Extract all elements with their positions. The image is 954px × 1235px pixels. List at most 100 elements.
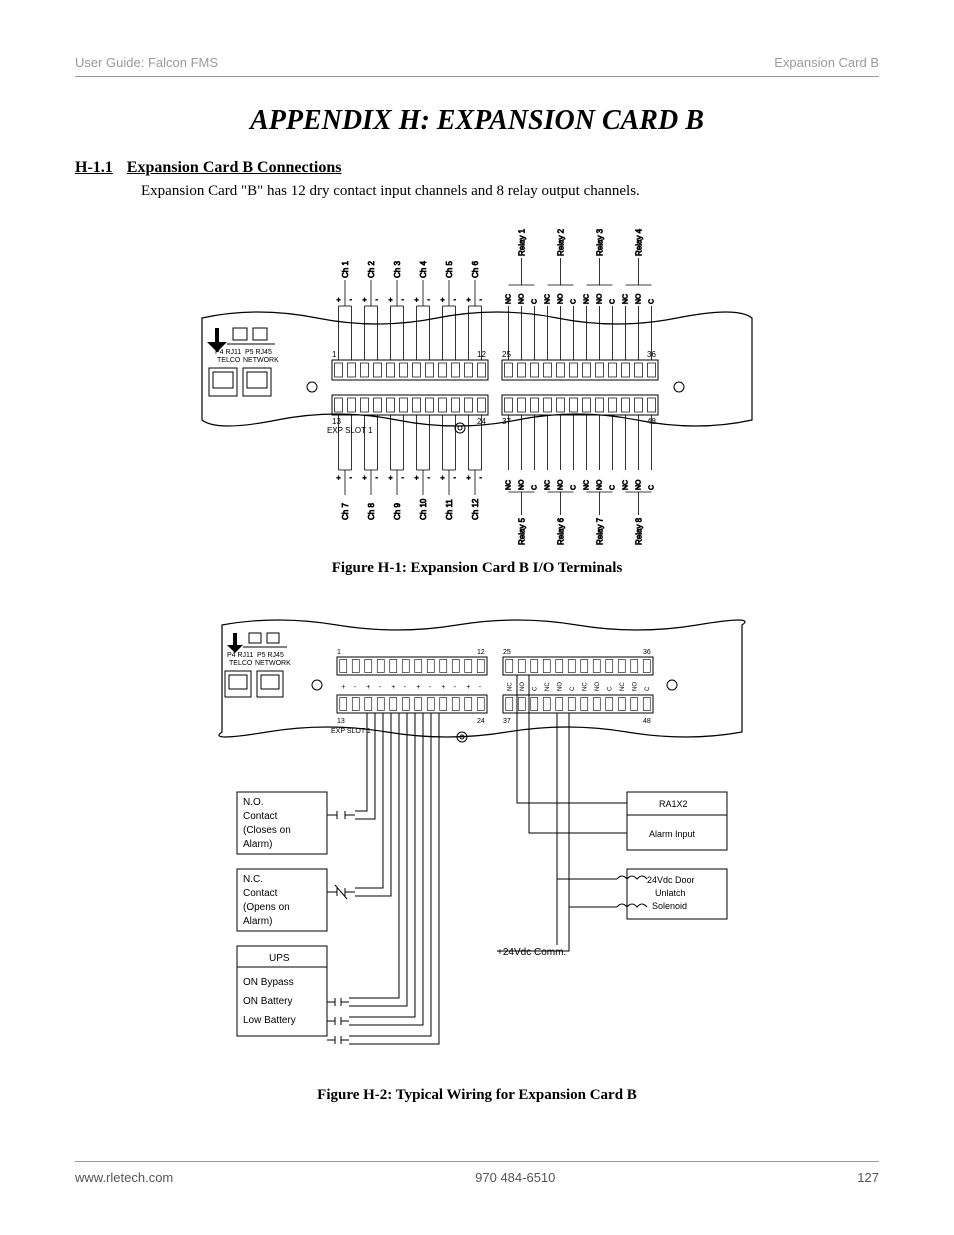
svg-text:Ch 9: Ch 9	[393, 503, 402, 520]
svg-text:NETWORK: NETWORK	[255, 660, 291, 667]
page-header: User Guide: Falcon FMS Expansion Card B	[75, 55, 879, 77]
svg-text:Ch 10: Ch 10	[419, 498, 428, 520]
svg-text:NO: NO	[632, 682, 638, 691]
svg-text:C: C	[570, 686, 576, 691]
svg-text:N.O.: N.O.	[243, 797, 264, 808]
svg-text:+: +	[366, 684, 370, 691]
svg-text:+: +	[363, 297, 367, 304]
svg-text:25: 25	[502, 350, 511, 359]
svg-text:C: C	[610, 485, 617, 490]
svg-text:NC: NC	[582, 682, 588, 691]
figure-h1-caption: Figure H-1: Expansion Card B I/O Termina…	[75, 560, 879, 577]
svg-text:1: 1	[337, 649, 341, 656]
svg-text:NC: NC	[545, 682, 551, 691]
svg-text:Relay 8: Relay 8	[635, 517, 644, 545]
svg-text:+: +	[391, 684, 395, 691]
svg-text:NC: NC	[507, 682, 513, 691]
svg-text:+: +	[441, 297, 445, 304]
svg-text:48: 48	[643, 718, 651, 725]
svg-text:NO: NO	[597, 293, 604, 304]
svg-text:C: C	[649, 485, 656, 490]
svg-text:NC: NC	[506, 294, 513, 304]
svg-text:Relay 6: Relay 6	[557, 517, 566, 545]
svg-text:12: 12	[477, 649, 485, 656]
svg-text:-: -	[480, 297, 483, 304]
svg-text:-: -	[350, 297, 353, 304]
svg-text:Low Battery: Low Battery	[243, 1015, 296, 1026]
figure-h2-caption: Figure H-2: Typical Wiring for Expansion…	[75, 1087, 879, 1104]
svg-text:Ch 1: Ch 1	[341, 261, 350, 278]
svg-text:C: C	[649, 299, 656, 304]
svg-text:-: -	[454, 684, 457, 691]
svg-text:NC: NC	[584, 480, 591, 490]
svg-text:37: 37	[503, 718, 511, 725]
svg-text:+: +	[416, 684, 420, 691]
svg-text:+: +	[337, 475, 341, 482]
svg-text:+: +	[441, 475, 445, 482]
svg-text:NC: NC	[623, 294, 630, 304]
svg-text:Ch 2: Ch 2	[367, 261, 376, 278]
svg-text:NO: NO	[595, 682, 601, 691]
svg-text:NO: NO	[597, 479, 604, 490]
page-title: APPENDIX H: EXPANSION CARD B	[75, 105, 879, 137]
svg-text:-: -	[429, 684, 432, 691]
svg-text:13: 13	[332, 417, 341, 426]
svg-text:+: +	[415, 297, 419, 304]
figure-h1: P4 RJ11 TELCO P5 RJ45 NETWORK	[75, 210, 879, 577]
svg-text:Alarm): Alarm)	[243, 916, 272, 927]
svg-text:-: -	[454, 475, 457, 482]
svg-text:EXP SLOT 1: EXP SLOT 1	[331, 728, 371, 735]
svg-text:-: -	[480, 475, 483, 482]
svg-text:Relay 5: Relay 5	[518, 517, 527, 545]
svg-text:NO: NO	[520, 682, 526, 691]
svg-text:C: C	[571, 299, 578, 304]
svg-text:Contact: Contact	[243, 811, 278, 822]
svg-text:C: C	[645, 686, 651, 691]
svg-text:+: +	[389, 297, 393, 304]
svg-text:Ch 8: Ch 8	[367, 503, 376, 520]
svg-text:Relay 1: Relay 1	[518, 228, 527, 256]
svg-text:ON Battery: ON Battery	[243, 996, 292, 1007]
svg-text:P4 RJ11: P4 RJ11	[215, 349, 241, 356]
svg-text:-: -	[354, 684, 357, 691]
svg-text:Alarm): Alarm)	[243, 839, 272, 850]
svg-text:NO: NO	[519, 479, 526, 490]
section-name: Expansion Card B Connections	[127, 159, 342, 177]
svg-text:24: 24	[477, 718, 485, 725]
svg-text:NC: NC	[584, 294, 591, 304]
svg-text:NO: NO	[636, 479, 643, 490]
svg-text:NO: NO	[557, 682, 563, 691]
svg-text:(Closes on: (Closes on	[243, 825, 291, 836]
svg-text:Relay 3: Relay 3	[596, 228, 605, 256]
svg-text:C: C	[532, 299, 539, 304]
svg-text:Relay 4: Relay 4	[635, 228, 644, 256]
svg-text:(Opens on: (Opens on	[243, 902, 290, 913]
svg-text:+: +	[363, 475, 367, 482]
figure-h2: P4 RJ11 TELCO P5 RJ45 NETWORK 1 1	[75, 607, 879, 1104]
svg-text:P4 RJ11: P4 RJ11	[227, 652, 253, 659]
section-body: Expansion Card "B" has 12 dry contact in…	[141, 183, 879, 200]
svg-text:-: -	[454, 297, 457, 304]
svg-text:-: -	[376, 297, 379, 304]
footer-left: www.rletech.com	[75, 1170, 173, 1185]
svg-text:P5 RJ45: P5 RJ45	[245, 349, 272, 356]
svg-text:Alarm Input: Alarm Input	[649, 829, 696, 839]
svg-text:Ch 5: Ch 5	[445, 261, 454, 278]
svg-text:Contact: Contact	[243, 888, 278, 899]
svg-text:+: +	[341, 684, 345, 691]
svg-text:Ch 12: Ch 12	[471, 498, 480, 520]
svg-text:NO: NO	[636, 293, 643, 304]
svg-text:TELCO: TELCO	[229, 660, 253, 667]
page-footer: www.rletech.com 970 484-6510 127	[75, 1161, 879, 1185]
svg-text:RA1X2: RA1X2	[659, 799, 688, 809]
svg-text:-: -	[428, 297, 431, 304]
svg-text:TELCO: TELCO	[217, 357, 241, 364]
svg-text:C: C	[610, 299, 617, 304]
svg-text:-: -	[350, 475, 353, 482]
svg-text:N.C.: N.C.	[243, 874, 263, 885]
svg-text:NO: NO	[519, 293, 526, 304]
section-number: H-1.1	[75, 159, 113, 177]
svg-text:Unlatch: Unlatch	[655, 888, 686, 898]
figure-h1-svg: P4 RJ11 TELCO P5 RJ45 NETWORK	[197, 210, 757, 550]
svg-text:-: -	[376, 475, 379, 482]
